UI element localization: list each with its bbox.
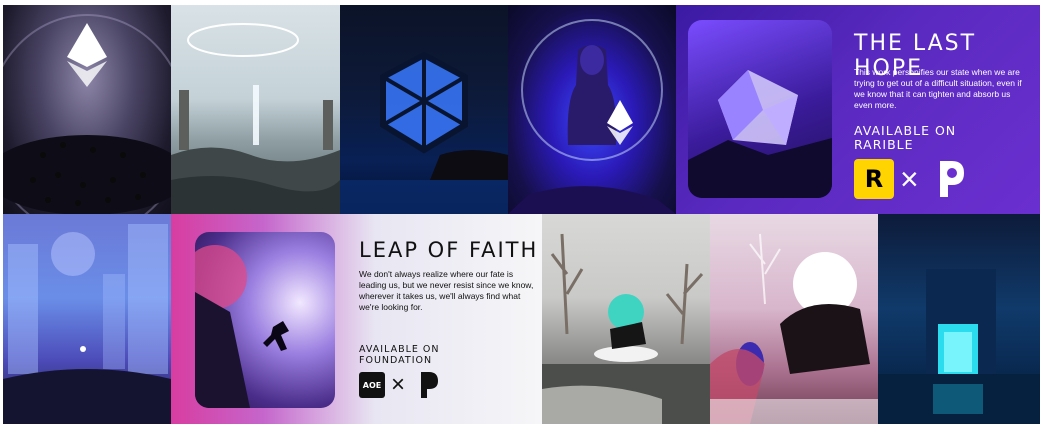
artist-p-logo: [940, 161, 964, 197]
artist-p-logo: [421, 372, 438, 398]
artwork-piano-player: [710, 214, 878, 424]
leap-of-faith-available-label: AVAILABLE ON: [359, 344, 440, 355]
rarible-logo: R: [854, 159, 894, 199]
neon-doorway-illustration: [878, 269, 1040, 424]
artwork-cube-cage: [340, 5, 508, 214]
piano-lake-illustration: [542, 233, 710, 424]
ethereum-dome-illustration: [3, 14, 171, 214]
glass-pillars-illustration: [3, 224, 171, 424]
last-hope-description: This work personifies our state when we …: [854, 67, 1022, 110]
collab-x-icon: ×: [391, 371, 406, 398]
leap-of-faith-platform: FOUNDATION: [359, 355, 433, 366]
piano-player-illustration: [710, 233, 878, 424]
artwork-piano-lake: [542, 214, 710, 424]
last-hope-available-label: AVAILABLE ON: [854, 123, 957, 138]
ruins-halo-illustration: [171, 23, 340, 214]
artwork-ethereum-dome: [3, 5, 171, 214]
leap-of-faith-description: We don't always realize where our fate i…: [359, 269, 534, 312]
artwork-neon-doorway: [878, 214, 1040, 424]
collab-x-icon: ×: [900, 161, 919, 197]
artwork-glass-pillars: [3, 214, 171, 424]
figure-ethereum-illustration: [508, 19, 676, 214]
foundation-logo: AOE: [359, 372, 385, 398]
artwork-ruins-halo: [171, 5, 340, 214]
last-hope-artwork: [688, 20, 832, 198]
panel-leap-of-faith: LEAP OF FAITH We don't always realize wh…: [171, 214, 542, 424]
artwork-figure-ethereum: [508, 5, 676, 214]
cube-cage-illustration: [340, 51, 508, 214]
leap-of-faith-artwork: [195, 232, 335, 408]
crystal-illustration: [688, 70, 832, 198]
leap-of-faith-title: LEAP OF FAITH: [359, 238, 539, 262]
panel-the-last-hope: THE LAST HOPE This work personifies our …: [676, 5, 1040, 214]
last-hope-platform: RARIBLE: [854, 137, 914, 152]
climber-illustration: [195, 245, 289, 408]
